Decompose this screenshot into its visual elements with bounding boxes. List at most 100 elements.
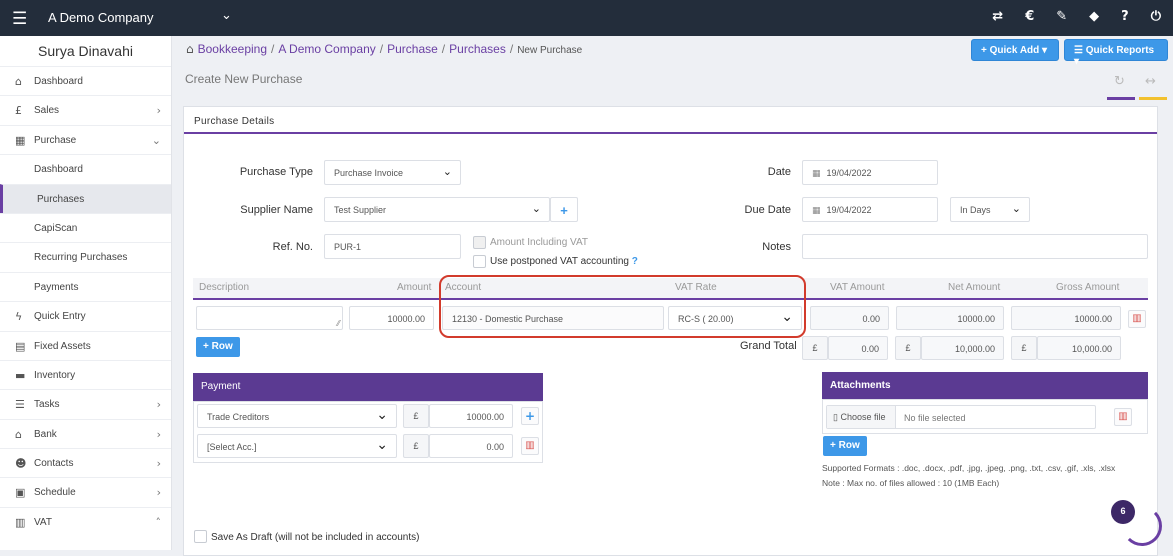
company-name[interactable]: A Demo Company <box>48 10 154 25</box>
breadcrumb-bookkeeping[interactable]: Bookkeeping <box>198 42 267 56</box>
sidebar-item-bank[interactable]: ⌂ Bank › <box>0 418 171 448</box>
sidebar-item-fixed-assets[interactable]: ▤ Fixed Assets <box>0 330 171 360</box>
date-input[interactable]: ▦ 19/04/2022 <box>802 160 938 185</box>
payment-amount-input[interactable]: 10000.00 <box>429 404 513 428</box>
postponed-vat-checkbox[interactable] <box>473 255 486 268</box>
chevron-down-icon: ⌄ <box>376 437 388 453</box>
save-as-draft-label: Save As Draft (will not be included in a… <box>211 532 420 543</box>
menu-icon[interactable]: ☰ <box>12 9 27 29</box>
amount-input[interactable]: 10000.00 <box>349 306 434 330</box>
breadcrumb-purchases[interactable]: Purchases <box>449 42 506 56</box>
purchase-type-select[interactable]: Purchase Invoice ⌄ <box>324 160 461 185</box>
description-input[interactable]: ⁄⁄ <box>196 306 343 330</box>
arrows-icon[interactable]: ↔ <box>1145 74 1156 89</box>
payment-amount-input-2[interactable]: 0.00 <box>429 434 513 458</box>
power-icon[interactable]: ⏻ <box>1151 9 1161 24</box>
delete-payment-icon[interactable]: ▥ <box>521 437 539 455</box>
pound-icon: £ <box>15 104 22 118</box>
add-payment-icon[interactable]: + <box>521 407 539 425</box>
total-net-field: 10,000.00 <box>921 336 1004 360</box>
net-amount-field: 10000.00 <box>896 306 1004 330</box>
currency-symbol: £ <box>403 404 429 428</box>
chevron-down-icon: ⌄ <box>376 407 388 423</box>
highlight-box <box>439 275 806 338</box>
sidebar-item-vat[interactable]: ▥ VAT ˄ <box>0 506 171 536</box>
caret-down-icon: ▾ <box>1042 45 1048 56</box>
no-file-text: No file selected <box>904 413 966 423</box>
add-row-button[interactable]: + Row <box>196 337 240 357</box>
sidebar-item-purchase[interactable]: ▦ Purchase ⌄ <box>0 124 171 154</box>
currency-symbol: £ <box>1011 336 1037 360</box>
sidebar-item-recurring-purchases[interactable]: Recurring Purchases <box>0 242 171 271</box>
quick-reports-button[interactable]: ☰ Quick Reports ▾ <box>1064 39 1168 67</box>
sidebar-item-payments[interactable]: Payments <box>0 271 171 301</box>
chevron-down-icon[interactable]: ⌄ <box>221 8 232 23</box>
sidebar-item-purchase-dashboard[interactable]: Dashboard <box>0 154 171 183</box>
notification-badge[interactable]: 6 <box>1111 500 1135 524</box>
total-gross-field: 10,000.00 <box>1037 336 1121 360</box>
chevron-right-icon: › <box>156 104 161 118</box>
chevron-right-icon: › <box>156 427 161 441</box>
attachments-header: Attachments <box>822 372 1148 399</box>
payment-header: Payment <box>193 373 543 401</box>
building-icon: ▤ <box>15 339 26 353</box>
delete-attachment-icon[interactable]: ▥ <box>1114 408 1132 426</box>
tag-icon[interactable]: ◆ <box>1089 9 1099 24</box>
gross-amount-field: 10000.00 <box>1011 306 1121 330</box>
sidebar-item-contacts[interactable]: ☻ Contacts › <box>0 448 171 477</box>
tasks-icon: ☰ <box>15 398 25 412</box>
user-name: Surya Dinavahi <box>38 43 133 59</box>
col-net-amount: Net Amount <box>948 282 1001 293</box>
supplier-name-label: Supplier Name <box>240 204 313 216</box>
payment-account-select-2[interactable]: [Select Acc.] ⌄ <box>197 434 397 458</box>
file-input[interactable]: ▯ Choose file No file selected <box>826 405 1096 429</box>
megaphone-icon[interactable]: ✎ <box>1056 9 1067 24</box>
save-as-draft-checkbox[interactable] <box>194 530 207 543</box>
plus-icon: + <box>981 45 987 56</box>
max-files-note: Note : Max no. of files allowed : 10 (1M… <box>822 478 1000 488</box>
chevron-right-icon: › <box>156 457 161 471</box>
home-icon[interactable]: ⌂ <box>186 42 194 56</box>
breadcrumb-purchase[interactable]: Purchase <box>387 42 438 56</box>
delete-row-icon[interactable]: ▥ <box>1128 310 1146 328</box>
ref-no-input[interactable]: PUR-1 <box>324 234 461 259</box>
switch-icon[interactable]: ⇄ <box>992 9 1003 24</box>
choose-file-button[interactable]: ▯ Choose file <box>827 406 896 428</box>
supplier-select[interactable]: Test Supplier ⌄ <box>324 197 550 222</box>
refresh-icon[interactable]: ↻ <box>1114 74 1125 89</box>
sidebar-item-quick-entry[interactable]: ϟ Quick Entry <box>0 301 171 330</box>
tab-indicator-alt <box>1139 97 1167 100</box>
due-date-input[interactable]: ▦ 19/04/2022 <box>802 197 938 222</box>
add-supplier-button[interactable]: + <box>550 197 578 222</box>
chevron-down-icon: ⌄ <box>1011 202 1021 215</box>
help-icon[interactable]: ? <box>632 256 638 267</box>
sidebar-item-capiscan[interactable]: CapiScan <box>0 212 171 242</box>
purchase-type-label: Purchase Type <box>239 166 313 178</box>
breadcrumb-company[interactable]: A Demo Company <box>278 42 375 56</box>
tab-indicator <box>1107 97 1135 100</box>
sidebar-item-inventory[interactable]: ▬ Inventory <box>0 359 171 389</box>
quick-add-button[interactable]: + Quick Add ▾ <box>971 39 1059 61</box>
top-navbar: ☰ A Demo Company ⌄ ⇄ € ✎ ◆ ? ⏻ <box>0 0 1173 36</box>
sidebar-item-tasks[interactable]: ☰ Tasks › <box>0 389 171 418</box>
calendar-icon: ▦ <box>812 206 821 216</box>
payment-account-select[interactable]: Trade Creditors ⌄ <box>197 404 397 428</box>
help-icon[interactable]: ? <box>1121 9 1129 24</box>
col-vat-amount: VAT Amount <box>830 282 885 293</box>
postponed-vat-label: Use postponed VAT accounting ? <box>490 256 638 267</box>
calendar-icon: ▣ <box>15 486 26 500</box>
col-gross-amount: Gross Amount <box>1056 282 1120 293</box>
breadcrumb: ⌂ Bookkeeping / A Demo Company / Purchase / Pur… <box>186 42 583 56</box>
sidebar: Surya Dinavahi ⌂ Dashboard £ Sales › ▦ Purch… <box>0 36 172 550</box>
due-unit-select[interactable]: In Days ⌄ <box>950 197 1030 222</box>
notes-input[interactable] <box>802 234 1148 259</box>
sidebar-item-dashboard[interactable]: ⌂ Dashboard <box>0 66 171 95</box>
total-vat-field: 0.00 <box>828 336 888 360</box>
currency-icon[interactable]: € <box>1025 9 1034 24</box>
add-attachment-row-button[interactable]: + Row <box>823 436 867 456</box>
amount-incl-vat-checkbox[interactable] <box>473 236 486 249</box>
sidebar-item-sales[interactable]: £ Sales › <box>0 95 171 124</box>
sidebar-item-purchases[interactable]: Purchases <box>0 183 171 213</box>
sidebar-item-schedule[interactable]: ▣ Schedule › <box>0 477 171 506</box>
bank-icon: ⌂ <box>15 427 22 441</box>
